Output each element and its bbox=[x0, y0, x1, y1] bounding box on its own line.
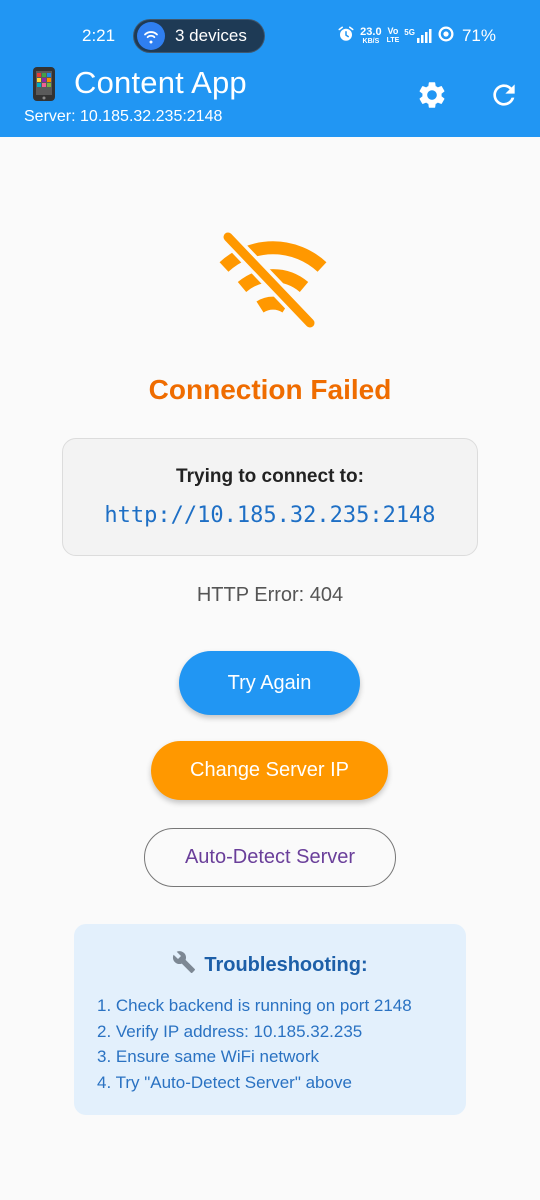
list-item: 2. Verify IP address: 10.185.32.235 bbox=[97, 1021, 363, 1041]
server-address: Server: 10.185.32.235:2148 bbox=[24, 108, 223, 125]
volte-indicator: Vo LTE bbox=[387, 27, 400, 45]
connect-label: Trying to connect to: bbox=[176, 466, 364, 487]
devices-count-label: 3 devices bbox=[175, 26, 247, 45]
troubleshooting-steps: 1. Check backend is running on port 2148… bbox=[97, 993, 412, 1096]
signal-icon: 5G bbox=[404, 28, 432, 44]
troubleshooting-title: Troubleshooting: bbox=[204, 953, 368, 976]
auto-detect-server-button[interactable]: Auto-Detect Server bbox=[144, 828, 396, 887]
list-item: 1. Check backend is running on port 2148 bbox=[97, 996, 412, 1015]
http-error-text: HTTP Error: 404 bbox=[196, 584, 344, 606]
list-item: 3. Ensure same WiFi network bbox=[97, 1047, 320, 1067]
phone-icon bbox=[28, 66, 60, 102]
net-speed-unit: KB/S bbox=[362, 37, 380, 45]
net-speed: 23.0 KB/S bbox=[360, 25, 382, 46]
troubleshooting-panel: Troubleshooting: 1. Check backend is run… bbox=[74, 924, 466, 1115]
status-icons: 23.0 KB/S Vo LTE 5G 71% bbox=[337, 24, 496, 48]
app-title: Content App bbox=[74, 65, 247, 100]
volte-top: Vo bbox=[387, 26, 399, 36]
troubleshooting-heading: Troubleshooting: bbox=[74, 950, 466, 980]
gear-icon bbox=[416, 79, 448, 114]
network-type: 5G bbox=[404, 28, 415, 37]
connection-target-card: Trying to connect to: http://10.185.32.2… bbox=[62, 438, 478, 556]
connect-url: http://10.185.32.235:2148 bbox=[104, 503, 436, 528]
refresh-button[interactable] bbox=[485, 77, 523, 115]
battery-percent: 71% bbox=[461, 26, 496, 45]
app-header: 2:21 3 devices 23.0 KB/S Vo LTE 5G 71% C… bbox=[0, 0, 540, 137]
net-speed-value: 23.0 bbox=[360, 25, 382, 38]
list-item: 4. Try "Auto-Detect Server" above bbox=[97, 1073, 352, 1093]
connected-devices-pill[interactable]: 3 devices bbox=[133, 19, 265, 53]
battery-ring-icon bbox=[437, 25, 455, 48]
volte-bottom: LTE bbox=[386, 37, 400, 44]
settings-button[interactable] bbox=[413, 77, 451, 115]
try-again-button[interactable]: Try Again bbox=[179, 651, 360, 715]
wifi-hotspot-icon bbox=[137, 22, 165, 50]
status-time: 2:21 bbox=[82, 26, 116, 45]
connection-failed-title: Connection Failed bbox=[148, 374, 392, 405]
refresh-icon bbox=[488, 79, 520, 114]
wrench-icon bbox=[172, 950, 196, 980]
alarm-icon bbox=[337, 25, 355, 48]
change-server-ip-button[interactable]: Change Server IP bbox=[151, 741, 388, 800]
wifi-off-icon bbox=[210, 225, 330, 330]
